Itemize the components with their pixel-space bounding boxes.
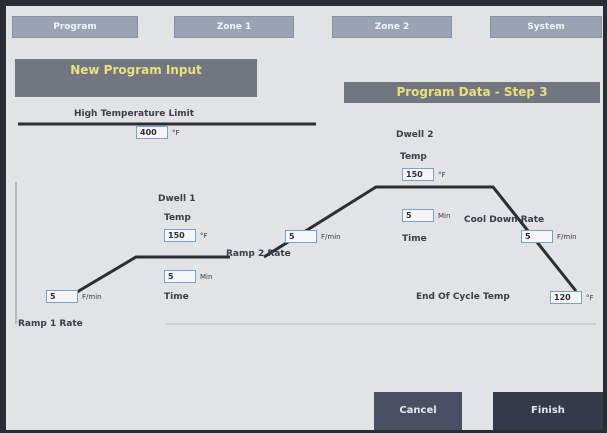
dwell-1-time-field[interactable]: 5 Min: [164, 270, 212, 283]
dwell-1-time-input[interactable]: 5: [164, 270, 196, 283]
ramp-1-unit: F/min: [82, 292, 102, 301]
dwell-1-temp-input[interactable]: 150: [164, 229, 196, 242]
dwell-2-temp-label: Temp: [400, 152, 427, 162]
ramp-2-rate-input[interactable]: 5: [285, 230, 317, 243]
end-of-cycle-temp-input[interactable]: 120: [550, 291, 582, 304]
cool-down-rate-input[interactable]: 5: [521, 230, 553, 243]
dwell-2-temp-unit: °F: [438, 170, 446, 179]
high-temp-limit-label: High Temperature Limit: [74, 109, 195, 119]
dwell-2-time-unit: Min: [438, 211, 451, 220]
ramp-1-rate-label: Ramp 1 Rate: [18, 319, 83, 329]
dwell-2-time-field[interactable]: 5 Min: [402, 209, 450, 222]
ramp-2-rate-field[interactable]: 5 F/min: [285, 230, 341, 243]
high-temp-limit-field[interactable]: 400 °F: [136, 126, 180, 139]
dwell-2-temp-field[interactable]: 150 °F: [402, 168, 446, 181]
dwell-1-time-unit: Min: [200, 272, 213, 281]
high-temp-unit: °F: [172, 128, 180, 137]
end-of-cycle-unit: °F: [586, 293, 594, 302]
end-of-cycle-temp-label: End Of Cycle Temp: [416, 292, 510, 302]
dwell-2-time-label: Time: [402, 234, 427, 244]
end-of-cycle-temp-field[interactable]: 120 °F: [550, 291, 594, 304]
cool-down-rate-field[interactable]: 5 F/min: [521, 230, 577, 243]
dwell-1-temp-unit: °F: [200, 231, 208, 240]
ramp-2-unit: F/min: [321, 232, 341, 241]
high-temp-limit-input[interactable]: 400: [136, 126, 168, 139]
dwell-2-title: Dwell 2: [396, 130, 434, 140]
ramp-1-rate-field[interactable]: 5 F/min: [46, 290, 102, 303]
ramp-2-rate-label: Ramp 2 Rate: [226, 249, 291, 259]
ramp-1-rate-input[interactable]: 5: [46, 290, 78, 303]
dwell-1-time-label: Time: [164, 292, 189, 302]
dwell-1-temp-label: Temp: [164, 213, 191, 223]
program-input-screen: Program Zone 1 Zone 2 System New Program…: [6, 6, 603, 430]
finish-button[interactable]: Finish: [493, 392, 603, 430]
dwell-1-title: Dwell 1: [158, 194, 196, 204]
cancel-button[interactable]: Cancel: [374, 392, 462, 430]
cool-down-unit: F/min: [557, 232, 577, 241]
dwell-2-temp-input[interactable]: 150: [402, 168, 434, 181]
cool-down-rate-label: Cool Down Rate: [464, 215, 545, 225]
dwell-1-temp-field[interactable]: 150 °F: [164, 229, 208, 242]
dwell-2-time-input[interactable]: 5: [402, 209, 434, 222]
